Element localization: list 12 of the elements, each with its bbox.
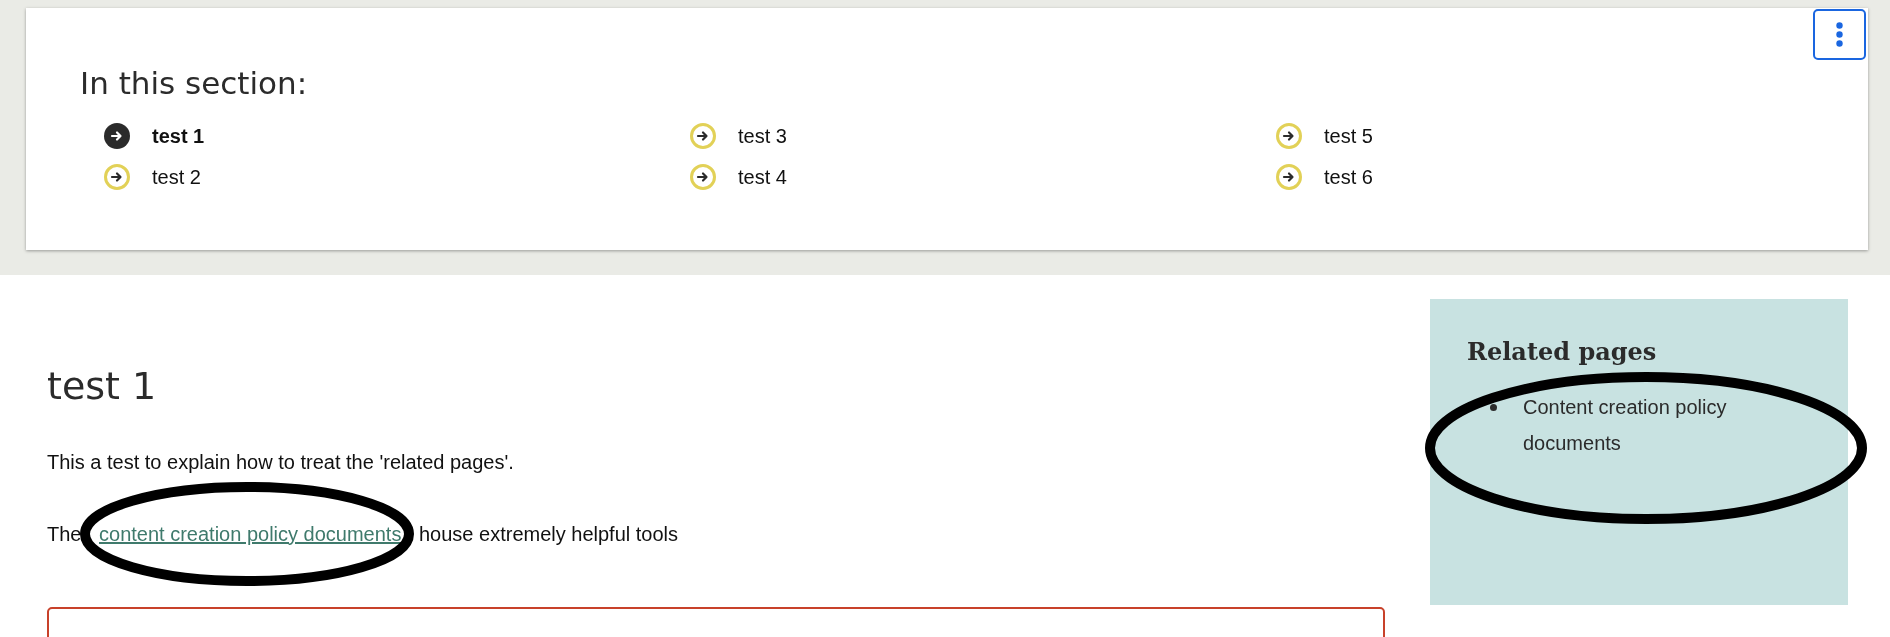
section-link[interactable]: test 4 [690,156,787,197]
section-link[interactable]: test 1 [104,115,205,156]
policy-link[interactable]: content creation policy documents [99,523,402,545]
section-link[interactable]: test 5 [1276,115,1373,156]
section-title: In this section: [80,64,308,102]
body-text: The content creation policy documents house extremely helpful tools [47,522,679,547]
section-link[interactable]: test 2 [104,156,201,197]
section-link[interactable]: test 6 [1276,156,1373,197]
page-heading: test 1 [47,363,157,410]
intro-text: This a test to explain how to treat the 'related pages'. [47,450,514,475]
related-title: Related pages [1467,336,1657,368]
section-link[interactable]: test 3 [690,115,787,156]
